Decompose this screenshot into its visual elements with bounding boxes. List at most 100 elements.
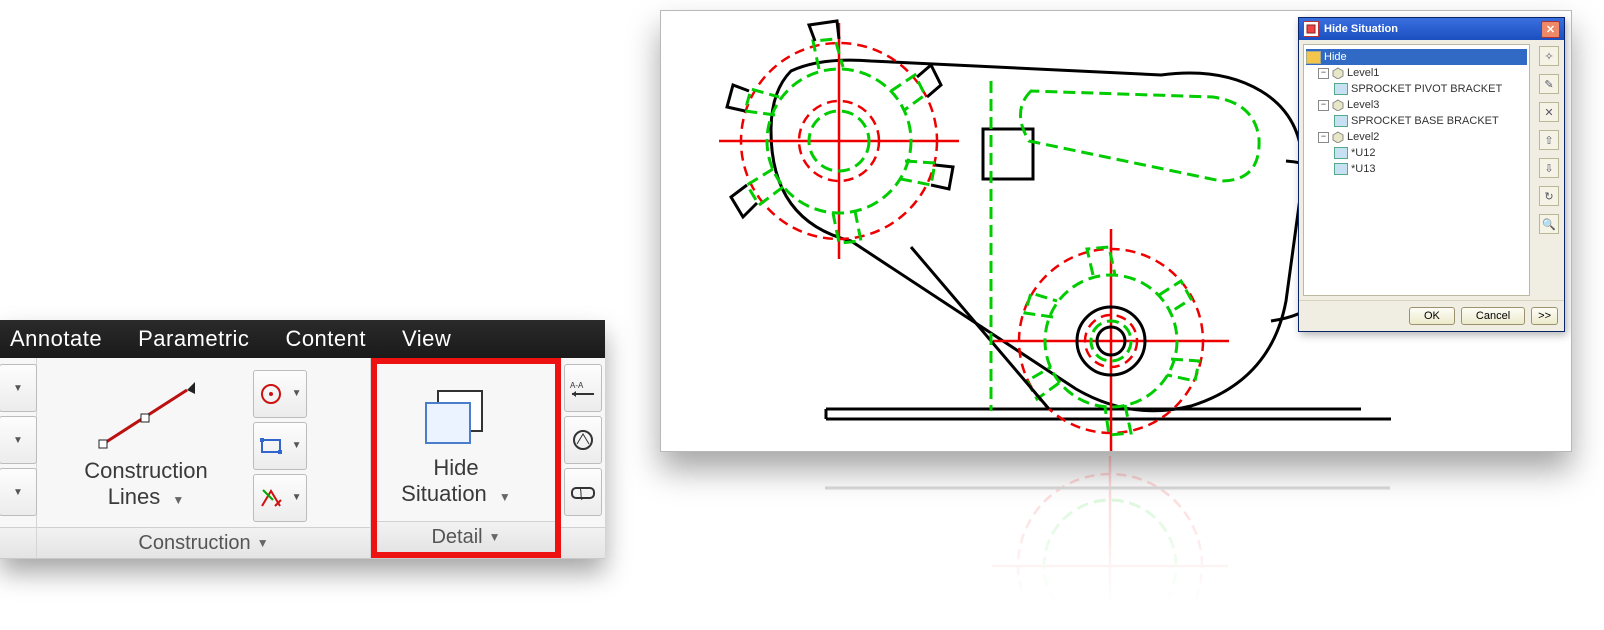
move-up-button[interactable]: ⇧ — [1539, 130, 1559, 150]
tree-root[interactable]: Hide — [1306, 49, 1527, 65]
trace-contour-button[interactable]: ▼ — [253, 474, 307, 522]
detail-view-icon — [571, 428, 595, 452]
dialog-titlebar[interactable]: Hide Situation ✕ — [1299, 18, 1564, 40]
hide-situation-label-2: Situation — [401, 481, 487, 506]
panel-detail: Hide Situation ▼ Detail ▼ — [371, 358, 561, 558]
edit-button[interactable]: ✎ — [1539, 74, 1559, 94]
detail-view-button[interactable] — [564, 416, 602, 464]
cycle-button[interactable]: ↻ — [1539, 186, 1559, 206]
cube-icon — [1332, 99, 1344, 111]
cycle-icon: ↻ — [1544, 190, 1553, 203]
construction-lines-label-1: Construction — [84, 458, 208, 483]
construction-line-icon — [91, 382, 201, 454]
cancel-button[interactable]: Cancel — [1461, 307, 1525, 325]
zoom-icon: 🔍 — [1542, 218, 1556, 231]
chevron-down-icon: ▼ — [499, 490, 511, 504]
collapse-icon[interactable]: − — [1318, 100, 1329, 111]
app-icon — [1303, 21, 1319, 37]
part-icon — [1334, 115, 1348, 127]
tree-item-label: SPROCKET PIVOT BRACKET — [1351, 83, 1502, 95]
tree-item[interactable]: SPROCKET PIVOT BRACKET — [1334, 81, 1527, 97]
chevron-down-icon: ▼ — [257, 536, 269, 550]
zoom-button[interactable]: 🔍 — [1539, 214, 1559, 234]
ribbon-tab-strip: Annotate Parametric Content View — [0, 320, 605, 358]
new-button[interactable]: ✧ — [1539, 46, 1559, 66]
hide-tree[interactable]: Hide − Level1 SPROCKET PIVOT BRACKET — [1303, 44, 1530, 296]
new-icon: ✧ — [1544, 50, 1553, 63]
panel-detail-title[interactable]: Detail ▼ — [377, 521, 555, 552]
delete-button[interactable]: ✕ — [1539, 102, 1559, 122]
edit-icon: ✎ — [1544, 78, 1553, 91]
tree-item-label: *U12 — [1351, 147, 1375, 159]
hide-situation-dialog: Hide Situation ✕ Hide − — [1298, 17, 1565, 332]
construction-tools-column: ▼ ▼ ▼ — [251, 366, 309, 526]
ribbon-body: ▼ ▼ ▼ C — [0, 358, 605, 559]
tree-level-label: Level3 — [1347, 99, 1379, 111]
leading-dropdown-2[interactable]: ▼ — [0, 416, 37, 464]
move-down-icon: ⇩ — [1544, 162, 1553, 175]
move-up-icon: ⇧ — [1544, 134, 1553, 147]
svg-text:A-A: A-A — [570, 381, 584, 390]
leading-dropdown-1[interactable]: ▼ — [0, 364, 37, 412]
tree-item[interactable]: *U13 — [1334, 161, 1527, 177]
tab-parametric[interactable]: Parametric — [128, 326, 275, 352]
hide-situation-button[interactable]: Hide Situation ▼ — [381, 381, 531, 510]
dialog-sidebar: ✧ ✎ ✕ ⇧ ⇩ ↻ 🔍 — [1534, 40, 1564, 300]
hide-situation-label-1: Hide — [433, 455, 478, 480]
chevron-down-icon: ▼ — [172, 493, 184, 507]
more-button[interactable]: >> — [1531, 307, 1558, 325]
tree-item-label: SPROCKET BASE BRACKET — [1351, 115, 1499, 127]
circle-center-button[interactable]: ▼ — [253, 370, 307, 418]
canvas-reflection — [660, 456, 1570, 606]
circle-center-icon — [259, 382, 283, 406]
tree-item[interactable]: SPROCKET BASE BRACKET — [1334, 113, 1527, 129]
tree-level[interactable]: − Level1 — [1318, 65, 1527, 81]
construction-lines-button[interactable]: Construction Lines ▼ — [41, 378, 251, 513]
tree-level[interactable]: − Level2 — [1318, 129, 1527, 145]
tree-level-label: Level1 — [1347, 67, 1379, 79]
cube-icon — [1332, 131, 1344, 143]
section-line-icon: A-A — [570, 378, 596, 398]
break-view-button[interactable] — [564, 468, 602, 516]
part-icon — [1334, 83, 1348, 95]
tree-item-label: *U13 — [1351, 163, 1375, 175]
close-button[interactable]: ✕ — [1541, 21, 1560, 38]
close-icon: ✕ — [1546, 23, 1555, 36]
cube-icon — [1332, 67, 1344, 79]
tree-level-label: Level2 — [1347, 131, 1379, 143]
hide-situation-icon — [418, 385, 494, 451]
trace-contour-icon — [259, 486, 283, 510]
panel-trailing-partial: A-A — [561, 358, 605, 558]
rectangle-button[interactable]: ▼ — [253, 422, 307, 470]
rectangle-icon — [259, 434, 283, 458]
construction-lines-label-2: Lines — [108, 484, 161, 509]
chevron-down-icon: ▼ — [489, 530, 501, 544]
tab-annotate[interactable]: Annotate — [0, 326, 128, 352]
leading-dropdown-3[interactable]: ▼ — [0, 468, 37, 516]
ribbon-snippet: Annotate Parametric Content View ▼ ▼ ▼ — [0, 320, 605, 559]
collapse-icon[interactable]: − — [1318, 132, 1329, 143]
delete-icon: ✕ — [1544, 106, 1553, 119]
dialog-footer: OK Cancel >> — [1299, 300, 1564, 331]
drawing-canvas[interactable]: Hide Situation ✕ Hide − — [660, 10, 1572, 452]
panel-construction: Construction Lines ▼ ▼ ▼ — [37, 358, 371, 558]
move-down-button[interactable]: ⇩ — [1539, 158, 1559, 178]
panel-construction-title-text: Construction — [138, 532, 250, 555]
tree-level[interactable]: − Level3 — [1318, 97, 1527, 113]
dialog-title-text: Hide Situation — [1324, 23, 1398, 35]
section-line-button[interactable]: A-A — [564, 364, 602, 412]
part-icon — [1334, 163, 1348, 175]
panel-detail-title-text: Detail — [431, 526, 482, 549]
break-view-icon — [570, 482, 596, 502]
tree-root-label: Hide — [1324, 51, 1347, 63]
tab-content[interactable]: Content — [275, 326, 392, 352]
part-icon — [1334, 147, 1348, 159]
panel-leading-partial: ▼ ▼ ▼ — [0, 358, 37, 558]
tree-item[interactable]: *U12 — [1334, 145, 1527, 161]
panel-construction-title[interactable]: Construction ▼ — [37, 527, 370, 558]
ok-button[interactable]: OK — [1409, 307, 1455, 325]
drawing-window: Hide Situation ✕ Hide − — [660, 10, 1570, 606]
tab-view[interactable]: View — [392, 326, 477, 352]
collapse-icon[interactable]: − — [1318, 68, 1329, 79]
folder-icon — [1306, 51, 1321, 64]
